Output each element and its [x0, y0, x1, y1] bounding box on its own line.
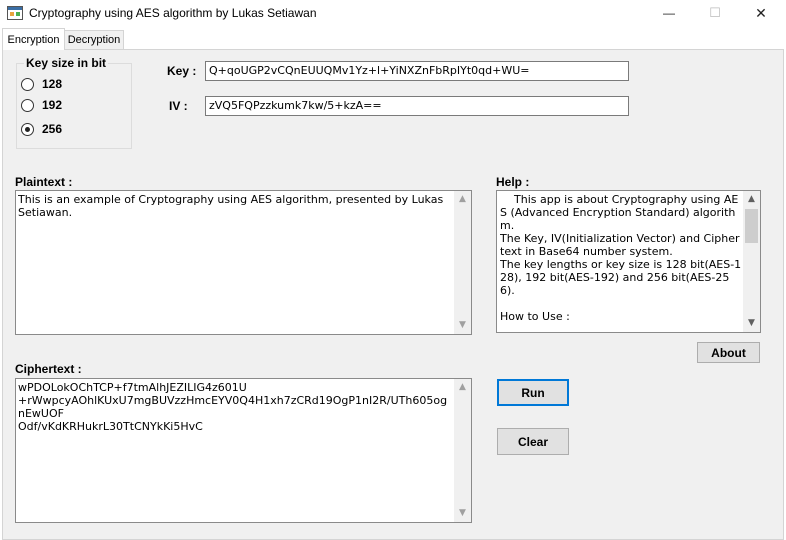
chevron-up-icon[interactable]: ▲ — [743, 191, 760, 208]
run-button[interactable]: Run — [497, 379, 569, 406]
plaintext-area[interactable]: This is an example of Cryptography using… — [15, 190, 472, 335]
radio-256[interactable]: 256 — [21, 122, 62, 136]
help-area[interactable]: This app is about Cryptography using AES… — [496, 190, 761, 333]
chevron-up-icon[interactable]: ▲ — [454, 379, 471, 396]
about-button-label: About — [711, 345, 746, 360]
close-button[interactable]: ✕ — [738, 0, 784, 26]
minimize-button[interactable]: — — [646, 0, 692, 26]
tab-encryption[interactable]: Encryption — [2, 28, 65, 50]
key-field[interactable]: Q+qoUGP2vCQnEUUQMv1Yz+l+YiNXZnFbRpIYt0qd… — [205, 61, 629, 81]
plaintext-label: Plaintext : — [15, 175, 73, 189]
ciphertext-area[interactable]: wPDOLokOChTCP+f7tmAlhJEZILIG4z601U +rWwp… — [15, 378, 472, 523]
about-button[interactable]: About — [697, 342, 760, 363]
radio-192[interactable]: 192 — [21, 98, 62, 112]
help-scrollbar[interactable]: ▲ ▼ — [743, 191, 760, 332]
ciphertext-label: Ciphertext : — [15, 362, 82, 376]
radio-128[interactable]: 128 — [21, 77, 62, 91]
title-bar: Cryptography using AES algorithm by Luka… — [0, 0, 786, 28]
ciphertext-text: wPDOLokOChTCP+f7tmAlhJEZILIG4z601U +rWwp… — [18, 381, 448, 433]
radio-256-label: 256 — [42, 122, 63, 136]
iv-label: IV : — [169, 99, 188, 113]
chevron-down-icon[interactable]: ▼ — [454, 317, 471, 334]
key-label: Key : — [167, 64, 197, 78]
radio-256-circle[interactable] — [21, 122, 34, 136]
maximize-icon: ☐ — [709, 5, 721, 20]
minimize-icon: — — [663, 6, 675, 20]
radio-192-label: 192 — [42, 98, 63, 112]
tab-encryption-label: Encryption — [7, 33, 60, 46]
run-button-label: Run — [521, 385, 545, 400]
clear-button-label: Clear — [517, 434, 549, 449]
iv-field[interactable]: zVQ5FQPzzkumk7kw/5+kzA== — [205, 96, 629, 116]
radio-192-circle[interactable] — [21, 98, 34, 112]
close-icon: ✕ — [755, 4, 767, 21]
help-text: This app is about Cryptography using AES… — [500, 193, 742, 323]
maximize-button[interactable]: ☐ — [692, 0, 738, 26]
chevron-down-icon[interactable]: ▼ — [743, 315, 760, 332]
radio-128-circle[interactable] — [21, 77, 34, 91]
plaintext-scrollbar[interactable]: ▲ ▼ — [454, 191, 471, 334]
plaintext-text: This is an example of Cryptography using… — [18, 193, 447, 219]
ciphertext-scrollbar[interactable]: ▲ ▼ — [454, 379, 471, 522]
tab-decryption[interactable]: Decryption — [64, 30, 124, 50]
help-label: Help : — [496, 175, 530, 189]
tab-decryption-label: Decryption — [67, 34, 121, 46]
window-title: Cryptography using AES algorithm by Luka… — [29, 6, 317, 20]
key-size-title: Key size in bit — [24, 56, 109, 70]
clear-button[interactable]: Clear — [497, 428, 569, 455]
app-window-icon — [7, 6, 23, 20]
chevron-down-icon[interactable]: ▼ — [454, 505, 471, 522]
chevron-up-icon[interactable]: ▲ — [454, 191, 471, 208]
help-scroll-thumb[interactable] — [745, 209, 758, 243]
radio-128-label: 128 — [42, 77, 63, 91]
